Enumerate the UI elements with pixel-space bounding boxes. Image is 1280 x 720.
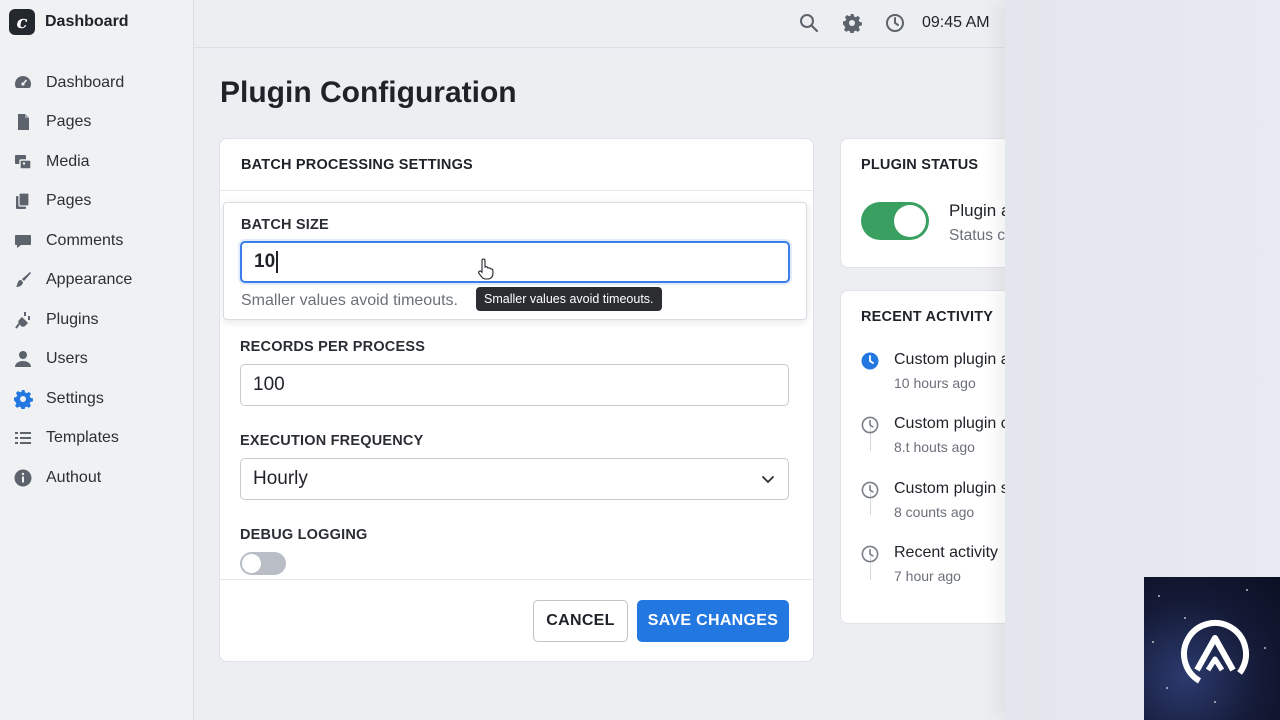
sidebar-item-dashboard[interactable]: Dashboard <box>0 63 193 103</box>
hand-cursor-icon <box>478 258 494 280</box>
records-value: 100 <box>253 374 285 395</box>
plug-icon <box>12 309 34 331</box>
batch-size-panel: BATCH SIZE 10 Smaller values avoid timeo… <box>223 202 807 320</box>
recent-activity-card: RECENT ACTIVITY Custom plugin a 10 hours… <box>840 290 1020 624</box>
text-caret <box>276 251 278 273</box>
sidebar-item-pages-2[interactable]: Pages <box>0 182 193 222</box>
debug-logging-toggle[interactable] <box>240 552 286 575</box>
sidebar-item-label: Pages <box>46 192 92 210</box>
frequency-label: EXECUTION FREQUENCY <box>240 433 424 449</box>
sidebar-item-label: Comments <box>46 231 124 249</box>
sidebar-item-comments[interactable]: Comments <box>0 221 193 261</box>
sidebar-item-pages[interactable]: Pages <box>0 103 193 143</box>
sidebar-item-authout[interactable]: Authout <box>0 458 193 498</box>
activity-title: Custom plugin s <box>894 480 1009 497</box>
records-input[interactable]: 100 <box>240 364 789 406</box>
activity-time: 8 counts ago <box>894 504 975 520</box>
save-changes-button[interactable]: SAVE CHANGES <box>637 600 789 642</box>
sidebar-item-settings[interactable]: Settings <box>0 379 193 419</box>
card-title: RECENT ACTIVITY <box>861 309 994 325</box>
sidebar-item-media[interactable]: Media <box>0 142 193 182</box>
sidebar-nav: Dashboard Pages Media Pages Comments App… <box>0 63 193 498</box>
sidebar-item-label: Pages <box>46 113 92 131</box>
plugin-status-text: Status c <box>949 227 1005 244</box>
activity-title: Custom plugin a <box>894 351 1010 368</box>
search-icon[interactable] <box>798 12 820 34</box>
batch-size-value: 10 <box>254 251 276 272</box>
corner-watermark <box>1144 577 1280 720</box>
sidebar-item-label: Media <box>46 152 90 170</box>
divider <box>220 190 813 191</box>
sidebar-item-users[interactable]: Users <box>0 340 193 380</box>
sidebar-item-label: Plugins <box>46 310 99 328</box>
brand-title: Dashboard <box>45 13 129 30</box>
activity-title: Custom plugin c <box>894 415 1009 432</box>
sidebar-item-templates[interactable]: Templates <box>0 419 193 459</box>
plugin-status-card: PLUGIN STATUS Plugin a Status c <box>840 138 1020 268</box>
user-icon <box>12 348 34 370</box>
batch-size-input[interactable]: 10 <box>240 241 790 283</box>
frequency-select[interactable]: Hourly <box>240 458 789 500</box>
brand[interactable]: c Dashboard <box>9 9 129 35</box>
card-title: BATCH PROCESSING SETTINGS <box>241 157 473 173</box>
clock-icon[interactable] <box>884 12 906 34</box>
clock-icon <box>861 416 879 434</box>
sidebar-item-label: Dashboard <box>46 73 125 91</box>
frequency-value: Hourly <box>253 468 308 489</box>
toggle-knob <box>894 205 926 237</box>
clock-icon <box>861 545 879 563</box>
pages-stack-icon <box>12 190 34 212</box>
list-icon <box>12 427 34 449</box>
brand-mark-icon <box>1181 620 1249 688</box>
sidebar: c Dashboard Dashboard Pages Media Pages <box>0 0 194 720</box>
tooltip: Smaller values avoid timeouts. <box>476 287 662 311</box>
plugin-enabled-toggle[interactable] <box>861 202 929 240</box>
top-bar: 09:45 AM <box>194 0 1005 48</box>
divider <box>220 579 813 580</box>
clock-active-icon <box>861 352 879 370</box>
debug-label: DEBUG LOGGING <box>240 527 368 543</box>
batch-size-label: BATCH SIZE <box>241 217 329 233</box>
card-title: PLUGIN STATUS <box>861 157 979 173</box>
paintbrush-icon <box>12 269 34 291</box>
batch-settings-card: BATCH PROCESSING SETTINGS BATCH SIZE 10 … <box>219 138 814 662</box>
clock-icon <box>861 481 879 499</box>
sidebar-item-label: Authout <box>46 468 102 486</box>
comment-icon <box>12 230 34 252</box>
activity-time: 8.t houts ago <box>894 439 975 455</box>
sidebar-item-label: Users <box>46 350 88 368</box>
gear-icon <box>12 388 34 410</box>
info-icon <box>12 467 34 489</box>
gear-icon[interactable] <box>841 12 863 34</box>
sidebar-item-label: Appearance <box>46 271 133 289</box>
sidebar-item-appearance[interactable]: Appearance <box>0 261 193 301</box>
activity-title: Recent activity <box>894 544 999 561</box>
plugin-name: Plugin a <box>949 201 1011 220</box>
records-label: RECORDS PER PROCESS <box>240 339 426 355</box>
media-icon <box>12 151 34 173</box>
toggle-knob <box>242 554 261 573</box>
current-time: 09:45 AM <box>922 14 990 31</box>
sidebar-item-label: Settings <box>46 389 104 407</box>
main-content: Plugin Configuration BATCH PROCESSING SE… <box>194 49 1020 720</box>
activity-time: 7 hour ago <box>894 568 961 584</box>
chevron-down-icon <box>762 476 774 484</box>
speedometer-icon <box>12 72 34 94</box>
page-title: Plugin Configuration <box>220 76 517 109</box>
brand-logo-icon: c <box>9 9 35 35</box>
activity-time: 10 hours ago <box>894 375 976 391</box>
batch-size-help: Smaller values avoid timeouts. <box>241 292 458 309</box>
page-icon <box>12 111 34 133</box>
sidebar-item-plugins[interactable]: Plugins <box>0 300 193 340</box>
cancel-button[interactable]: CANCEL <box>533 600 628 642</box>
sidebar-item-label: Templates <box>46 429 119 447</box>
